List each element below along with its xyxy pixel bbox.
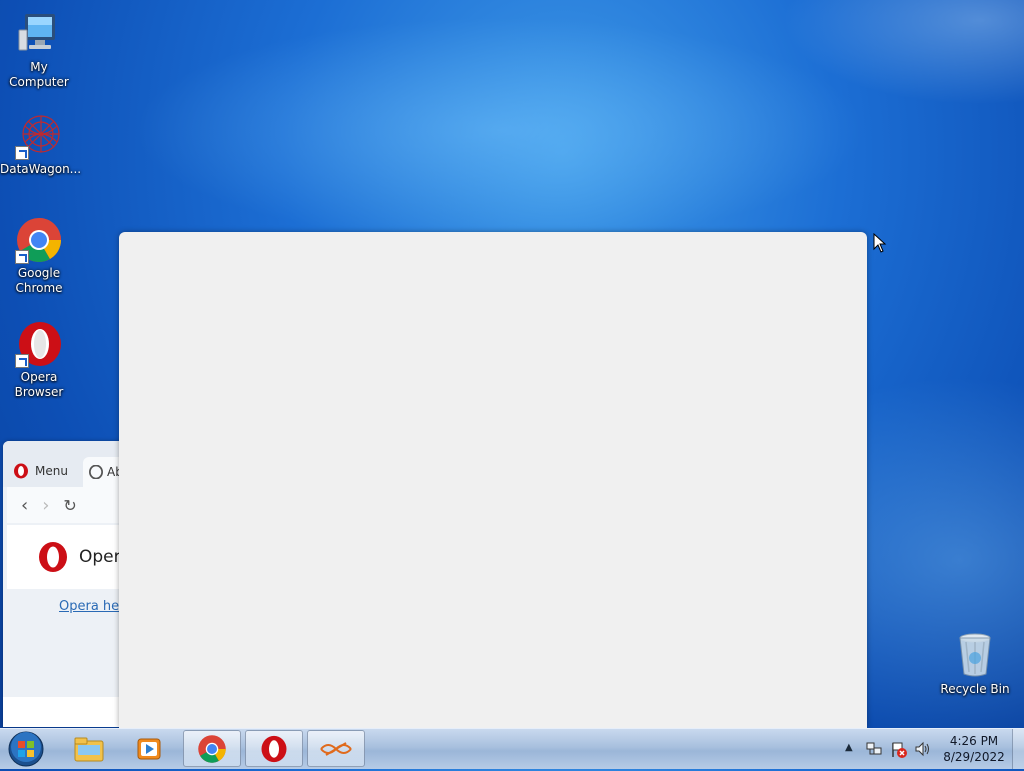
- computer-icon: [15, 10, 63, 58]
- desktop-icon-label: My Computer: [9, 60, 69, 89]
- network-icon[interactable]: [866, 741, 882, 757]
- datawagon-icon: [15, 112, 63, 160]
- opera-icon: [261, 735, 287, 762]
- taskbar-opera-button[interactable]: [245, 730, 303, 767]
- opera-page-title: Oper: [79, 547, 121, 567]
- start-button[interactable]: [6, 730, 46, 768]
- opera-tab-strip: Menu Ab: [3, 441, 133, 487]
- desktop-icon-my-computer[interactable]: My Computer: [0, 10, 78, 90]
- taskbar-datawagon-button[interactable]: [307, 730, 365, 767]
- recycle-bin-icon: [951, 632, 999, 680]
- show-desktop-button[interactable]: [1012, 729, 1024, 769]
- windows-explorer-icon: [74, 737, 104, 761]
- desktop-icon-label-line2: Chrome: [15, 281, 63, 295]
- taskbar-chrome-button[interactable]: [183, 730, 241, 767]
- desktop-icon-label-line1: Google: [17, 266, 61, 280]
- opera-tab-icon: [89, 465, 103, 479]
- taskbar: ▲ 4:26 PM 8/29/2022: [0, 728, 1024, 769]
- desktop-icon-label: Recycle Bin: [940, 682, 1010, 696]
- mouse-pointer-icon: [873, 233, 887, 253]
- opera-browser-window[interactable]: Menu Ab ‹ › ↻ Oper Opera help: [3, 441, 133, 727]
- reload-icon[interactable]: ↻: [63, 496, 76, 515]
- opera-menu-button[interactable]: Menu: [13, 461, 68, 481]
- desktop-icon-opera-browser[interactable]: Opera Browser: [0, 320, 78, 400]
- volume-icon[interactable]: [914, 741, 932, 757]
- windows-start-orb-icon: [8, 731, 44, 767]
- opera-logo-icon: [39, 542, 67, 572]
- show-hidden-icons-icon[interactable]: ▲: [845, 742, 853, 753]
- shortcut-arrow-icon: [15, 146, 29, 160]
- back-icon[interactable]: ‹: [21, 495, 28, 516]
- desktop-icon-datawagon[interactable]: DataWagon...: [0, 112, 82, 177]
- desktop-icon-label-line1: Opera: [20, 370, 58, 384]
- desktop-icon-recycle-bin[interactable]: Recycle Bin: [936, 632, 1014, 697]
- forward-icon[interactable]: ›: [42, 495, 49, 516]
- taskbar-media-player-button[interactable]: [120, 730, 178, 767]
- taskbar-explorer-button[interactable]: [60, 730, 118, 767]
- desktop-icon-label: DataWagon...: [0, 162, 82, 176]
- chrome-icon: [198, 734, 226, 763]
- shortcut-arrow-icon: [15, 354, 29, 368]
- opera-footer: [3, 697, 133, 727]
- clock-date: 8/29/2022: [943, 750, 1005, 764]
- opera-icon: [15, 320, 63, 368]
- action-center-flag-icon[interactable]: [890, 741, 908, 759]
- media-player-icon: [137, 738, 161, 759]
- desktop-icon-google-chrome[interactable]: Google Chrome: [0, 216, 78, 296]
- datawagon-icon: [320, 741, 352, 756]
- opera-logo-icon: [14, 463, 28, 479]
- shortcut-arrow-icon: [15, 250, 29, 264]
- blank-application-window[interactable]: [119, 232, 867, 728]
- chrome-icon: [15, 216, 63, 264]
- system-clock[interactable]: 4:26 PM 8/29/2022: [936, 733, 1012, 765]
- desktop-icon-label-line2: Browser: [14, 385, 64, 399]
- opera-toolbar: ‹ › ↻: [7, 487, 133, 523]
- clock-time: 4:26 PM: [949, 734, 999, 748]
- opera-menu-label: Menu: [35, 464, 68, 478]
- opera-about-header: Oper: [7, 525, 133, 589]
